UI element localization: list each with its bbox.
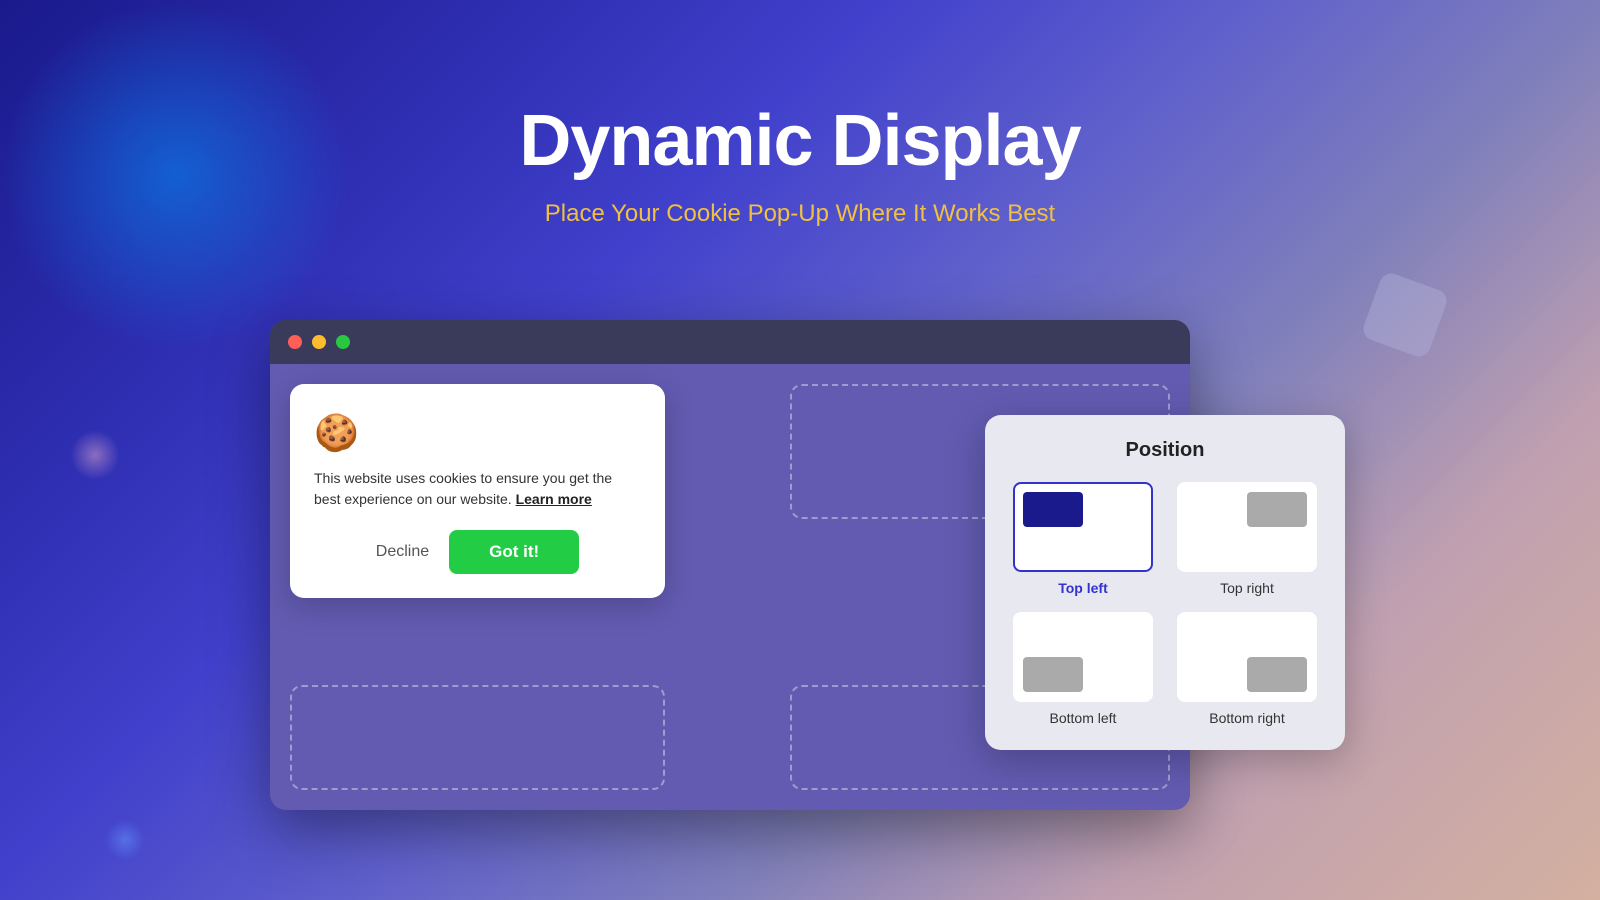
position-option-bottom-left[interactable]: Bottom left [1009, 612, 1157, 726]
position-option-top-right[interactable]: Top right [1173, 482, 1321, 596]
dot-green[interactable] [336, 335, 350, 349]
position-preview-top-left [1013, 482, 1153, 572]
position-panel-title: Position [1009, 439, 1321, 462]
position-option-bottom-right[interactable]: Bottom right [1173, 612, 1321, 726]
cookie-text: This website uses cookies to ensure you … [314, 468, 641, 510]
placeholder-bottom-left [290, 685, 665, 790]
dot-red[interactable] [288, 335, 302, 349]
bg-blob-small2 [105, 820, 145, 860]
position-label-bottom-left: Bottom left [1050, 710, 1117, 726]
position-preview-bottom-right [1177, 612, 1317, 702]
position-option-top-left[interactable]: Top left [1009, 482, 1157, 596]
cookie-icon: 🍪 [314, 412, 641, 454]
position-label-top-left: Top left [1058, 580, 1108, 596]
page-title: Dynamic Display [0, 100, 1600, 182]
bg-blob-small1 [70, 430, 120, 480]
cookie-popup: 🍪 This website uses cookies to ensure yo… [290, 384, 665, 598]
bg-shape-top-right [1360, 270, 1450, 360]
preview-block-bottom-right [1247, 657, 1307, 692]
position-label-bottom-right: Bottom right [1209, 710, 1284, 726]
page-subtitle: Place Your Cookie Pop-Up Where It Works … [0, 200, 1600, 228]
decline-button[interactable]: Decline [376, 543, 429, 561]
preview-block-top-left [1023, 492, 1083, 527]
position-grid: Top left Top right Bottom left Bottom ri… [1009, 482, 1321, 726]
learn-more-link[interactable]: Learn more [516, 491, 592, 507]
preview-block-bottom-left [1023, 657, 1083, 692]
position-label-top-right: Top right [1220, 580, 1274, 596]
position-panel: Position Top left Top right Bottom left [985, 415, 1345, 750]
position-preview-bottom-left [1013, 612, 1153, 702]
preview-block-top-right [1247, 492, 1307, 527]
dot-yellow[interactable] [312, 335, 326, 349]
gotit-button[interactable]: Got it! [449, 530, 579, 574]
position-preview-top-right [1177, 482, 1317, 572]
page-header: Dynamic Display Place Your Cookie Pop-Up… [0, 0, 1600, 228]
browser-titlebar [270, 320, 1190, 364]
cookie-actions: Decline Got it! [314, 530, 641, 574]
